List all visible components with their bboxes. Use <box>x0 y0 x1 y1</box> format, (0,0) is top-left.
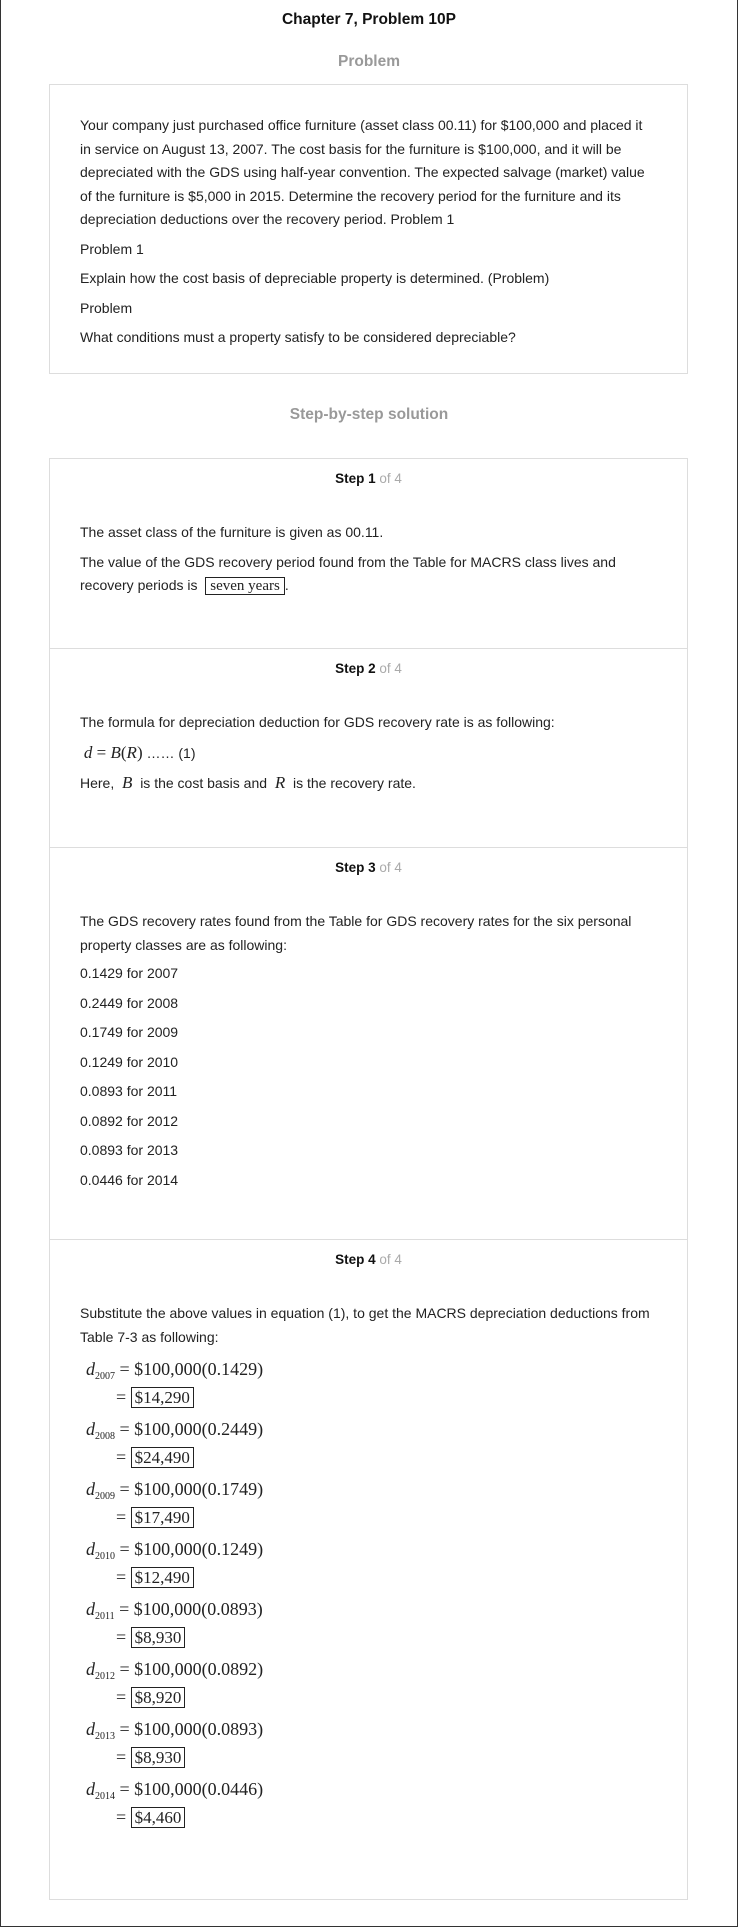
equation: d2010 = $100,000(0.1249) = $12,490 <box>86 1539 264 1588</box>
rate-item: 0.1249 for 2010 <box>80 1053 179 1070</box>
step-1: Step 1 of 4 The asset class of the furni… <box>50 459 687 649</box>
equation-result: $12,490 <box>130 1567 194 1588</box>
step-header: Step 3 of 4 <box>335 860 402 875</box>
equation: d2011 = $100,000(0.0893) = $8,930 <box>86 1599 263 1648</box>
step-text: Substitute the above values in equation … <box>80 1305 650 1345</box>
problem-text: Problem <box>80 299 133 316</box>
equation-expr: $100,000(0.2449) <box>134 1419 264 1439</box>
solution-heading: Step-by-step solution <box>289 406 449 423</box>
rates-list: 0.1429 for 2007 0.2449 for 2008 0.1749 for… <box>80 963 657 1191</box>
equation-expr: $100,000(0.0893) <box>133 1599 263 1619</box>
rate-item: 0.0893 for 2011 <box>80 1083 178 1099</box>
equation-year: 2008 <box>95 1431 115 1442</box>
equation-year: 2013 <box>95 1731 115 1742</box>
solution-box: Step 1 of 4 The asset class of the furni… <box>49 458 688 1900</box>
rate-item: 0.1749 for 2009 <box>80 1024 179 1040</box>
equation-expr: $100,000(0.1749) <box>134 1479 264 1499</box>
equation-result: $8,930 <box>130 1627 186 1648</box>
equation-year: 2011 <box>95 1611 115 1622</box>
equation-year: 2009 <box>95 1491 115 1502</box>
problem-box: Your company just purchased office furni… <box>49 84 688 374</box>
equation-result: $8,930 <box>130 1747 186 1768</box>
step-header: Step 2 of 4 <box>335 661 402 676</box>
equation-expr: $100,000(0.0446) <box>134 1779 264 1799</box>
equation-expr: $100,000(0.0892) <box>134 1659 264 1679</box>
rate-item: 0.2449 for 2008 <box>80 994 179 1011</box>
page-title: Chapter 7, Problem 10P <box>281 11 456 28</box>
equation-year: 2014 <box>95 1791 115 1802</box>
problem-text: What conditions must a property satisfy … <box>80 329 516 345</box>
step-2: Step 2 of 4 The formula for depreciation… <box>50 649 687 848</box>
step-4: Step 4 of 4 Substitute the above values … <box>50 1240 687 1901</box>
equation-year: 2010 <box>95 1551 115 1562</box>
answer-box: seven years <box>205 577 285 595</box>
problem-text: Problem 1 <box>80 240 144 257</box>
equation-result: $8,920 <box>130 1687 186 1708</box>
equation-expr: $100,000(0.0893) <box>134 1719 264 1739</box>
step-header: Step 1 of 4 <box>335 471 402 486</box>
equation-result: $14,290 <box>130 1387 194 1408</box>
equations: d2007 = $100,000(0.1429) = $14,290 d2008 =… <box>86 1355 657 1835</box>
equation: d2009 = $100,000(0.1749) = $17,490 <box>86 1479 264 1528</box>
equation-result: $4,460 <box>130 1807 186 1828</box>
rate-item: 0.0446 for 2014 <box>80 1171 179 1188</box>
equation: d2014 = $100,000(0.0446) = $4,460 <box>86 1779 264 1828</box>
step-text: Here, B is the cost basis and R is the r… <box>80 773 416 792</box>
equation: d2012 = $100,000(0.0892) = $8,920 <box>86 1659 264 1708</box>
step-header: Step 4 of 4 <box>335 1252 402 1267</box>
step-text: The GDS recovery rates found from the Ta… <box>80 913 632 953</box>
problem-text: Your company just purchased office furni… <box>80 117 645 227</box>
rate-item: 0.0893 for 2013 <box>80 1142 179 1158</box>
problem-text: Explain how the cost basis of depreciabl… <box>80 270 550 286</box>
equation: d2008 = $100,000(0.2449) = $24,490 <box>86 1419 264 1468</box>
equation-result: $17,490 <box>130 1507 194 1528</box>
formula: d = B(R) …… (1) <box>83 742 196 762</box>
step-text: The asset class of the furniture is give… <box>80 524 384 540</box>
equation: d2007 = $100,000(0.1429) = $14,290 <box>86 1359 264 1408</box>
equation-expr: $100,000(0.1249) <box>134 1539 264 1559</box>
rate-item: 0.0892 for 2012 <box>80 1112 179 1129</box>
equation: d2013 = $100,000(0.0893) = $8,930 <box>86 1719 264 1768</box>
problem-heading: Problem <box>337 53 400 70</box>
step-3: Step 3 of 4 The GDS recovery rates found… <box>50 848 687 1240</box>
equation-expr: $100,000(0.1429) <box>134 1359 264 1379</box>
equation-year: 2007 <box>95 1371 115 1382</box>
equation-year: 2012 <box>95 1671 115 1682</box>
step-text: The formula for depreciation deduction f… <box>80 714 555 730</box>
equation-result: $24,490 <box>130 1447 194 1468</box>
step-text: The value of the GDS recovery period fou… <box>80 553 616 595</box>
rate-item: 0.1429 for 2007 <box>80 965 179 981</box>
